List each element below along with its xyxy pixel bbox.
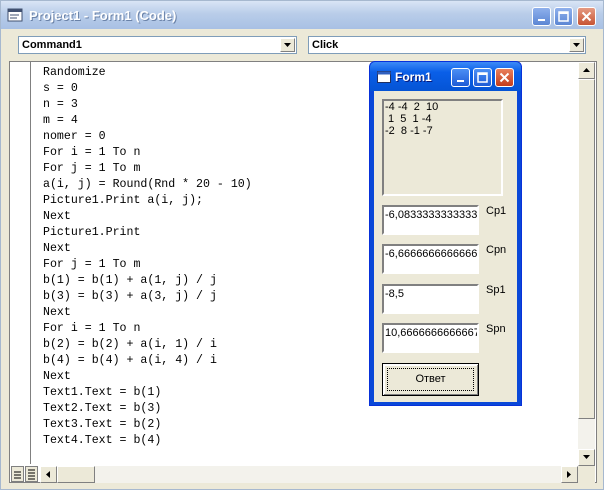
- label-cp1: Ср1: [486, 205, 507, 217]
- code-line[interactable]: b(2) = b(2) + a(i, 1) / i: [43, 337, 252, 353]
- full-module-view-icon: [28, 469, 35, 480]
- code-line[interactable]: Picture1.Print a(i, j);: [43, 193, 252, 209]
- code-line[interactable]: For j = 1 To m: [43, 161, 252, 177]
- form-icon: [377, 71, 391, 83]
- arrow-down-icon: [583, 455, 590, 459]
- text2-value: -6,66666666666667: [385, 248, 479, 260]
- form1-titlebar[interactable]: Form1: [370, 62, 521, 91]
- picture1: -4 -4 2 10 1 5 1 -4 -2 8 -1 -7: [382, 99, 503, 196]
- maximize-icon: [558, 11, 569, 22]
- code-line[interactable]: For i = 1 To n: [43, 145, 252, 161]
- object-combo-dropdown[interactable]: [280, 38, 295, 52]
- close-icon: [499, 72, 510, 83]
- picture-line: 1 5 1 -4: [385, 113, 432, 125]
- window-title: Project1 - Form1 (Code): [29, 8, 177, 23]
- answer-button[interactable]: Ответ: [382, 363, 479, 396]
- code-line[interactable]: b(3) = b(3) + a(3, j) / j: [43, 289, 252, 305]
- scroll-up-button[interactable]: [578, 62, 595, 79]
- full-module-view-button[interactable]: [25, 466, 38, 482]
- maximize-icon: [477, 72, 488, 83]
- vertical-scrollbar[interactable]: [578, 62, 595, 466]
- code-line[interactable]: s = 0: [43, 81, 252, 97]
- code-line[interactable]: b(4) = b(4) + a(i, 4) / i: [43, 353, 252, 369]
- code-line[interactable]: Picture1.Print: [43, 225, 252, 241]
- picture-line: -2 8 -1 -7: [385, 125, 433, 137]
- code-window-titlebar[interactable]: Project1 - Form1 (Code): [1, 1, 603, 29]
- code-line[interactable]: Next: [43, 369, 252, 385]
- text4-value: 10,6666666666667: [385, 327, 479, 339]
- minimize-icon: [538, 19, 545, 21]
- object-combo[interactable]: Command1: [18, 36, 297, 54]
- procedure-combo[interactable]: Click: [308, 36, 586, 54]
- arrow-right-icon: [567, 471, 571, 478]
- scroll-left-button[interactable]: [40, 466, 57, 483]
- code-line[interactable]: b(1) = b(1) + a(1, j) / j: [43, 273, 252, 289]
- code-line[interactable]: Text4.Text = b(4): [43, 433, 252, 449]
- label-spn: Spn: [486, 323, 506, 335]
- close-button[interactable]: [577, 7, 596, 26]
- scroll-right-button[interactable]: [561, 466, 578, 483]
- label-sp1: Sp1: [486, 284, 506, 296]
- answer-button-label: Ответ: [415, 373, 446, 385]
- scroll-corner: [578, 466, 595, 483]
- code-text[interactable]: Randomize s = 0n = 3m = 4 nomer = 0 For i =…: [43, 65, 252, 449]
- code-line[interactable]: Text2.Text = b(3): [43, 401, 252, 417]
- procedure-combo-dropdown[interactable]: [569, 38, 584, 52]
- arrow-up-icon: [583, 68, 590, 72]
- procedure-view-button[interactable]: [11, 466, 24, 482]
- text3-value: -8,5: [385, 288, 404, 300]
- arrow-left-icon: [46, 471, 50, 478]
- horizontal-scrollbar[interactable]: [40, 466, 578, 483]
- text1-value: -6,08333333333333: [385, 209, 479, 221]
- maximize-button[interactable]: [554, 7, 573, 26]
- code-line[interactable]: Randomize: [43, 65, 252, 81]
- margin-indicator-bar[interactable]: [10, 62, 31, 464]
- close-icon: [581, 11, 592, 22]
- form1-maximize-button[interactable]: [473, 68, 492, 87]
- vb-code-icon: [7, 8, 23, 22]
- text3-field[interactable]: -8,5: [382, 284, 479, 314]
- form1-close-button[interactable]: [495, 68, 514, 87]
- form1-window: Form1 -4 -4 2 10 1 5 1 -4 -2 8 -1 -7 -6,…: [369, 61, 522, 406]
- object-combo-value: Command1: [22, 39, 82, 51]
- code-line[interactable]: Next: [43, 305, 252, 321]
- text1-field[interactable]: -6,08333333333333: [382, 205, 479, 235]
- form1-title: Form1: [395, 70, 432, 84]
- scroll-down-button[interactable]: [578, 449, 595, 466]
- horizontal-scroll-thumb[interactable]: [57, 466, 95, 483]
- text4-field[interactable]: 10,6666666666667: [382, 323, 479, 353]
- form1-minimize-button[interactable]: [451, 68, 470, 87]
- code-line[interactable]: For i = 1 To n: [43, 321, 252, 337]
- procedure-view-icon: [14, 471, 21, 479]
- code-line[interactable]: nomer = 0: [43, 129, 252, 145]
- chevron-down-icon: [284, 43, 291, 47]
- code-line[interactable]: Text3.Text = b(2): [43, 417, 252, 433]
- text2-field[interactable]: -6,66666666666667: [382, 244, 479, 274]
- vertical-scroll-thumb[interactable]: [578, 79, 595, 419]
- procedure-combo-value: Click: [312, 39, 339, 51]
- code-line[interactable]: Next: [43, 241, 252, 257]
- code-line[interactable]: m = 4: [43, 113, 252, 129]
- code-line[interactable]: For j = 1 To m: [43, 257, 252, 273]
- code-line[interactable]: Next: [43, 209, 252, 225]
- form1-client-area: -4 -4 2 10 1 5 1 -4 -2 8 -1 -7 -6,083333…: [374, 91, 517, 402]
- minimize-button[interactable]: [532, 7, 551, 26]
- code-line[interactable]: Text1.Text = b(1): [43, 385, 252, 401]
- chevron-down-icon: [573, 43, 580, 47]
- code-line[interactable]: n = 3: [43, 97, 252, 113]
- picture-line: -4 -4 2 10: [385, 101, 439, 113]
- minimize-icon: [457, 80, 464, 82]
- label-cpn: Срn: [486, 244, 507, 256]
- code-line[interactable]: a(i, j) = Round(Rnd * 20 - 10): [43, 177, 252, 193]
